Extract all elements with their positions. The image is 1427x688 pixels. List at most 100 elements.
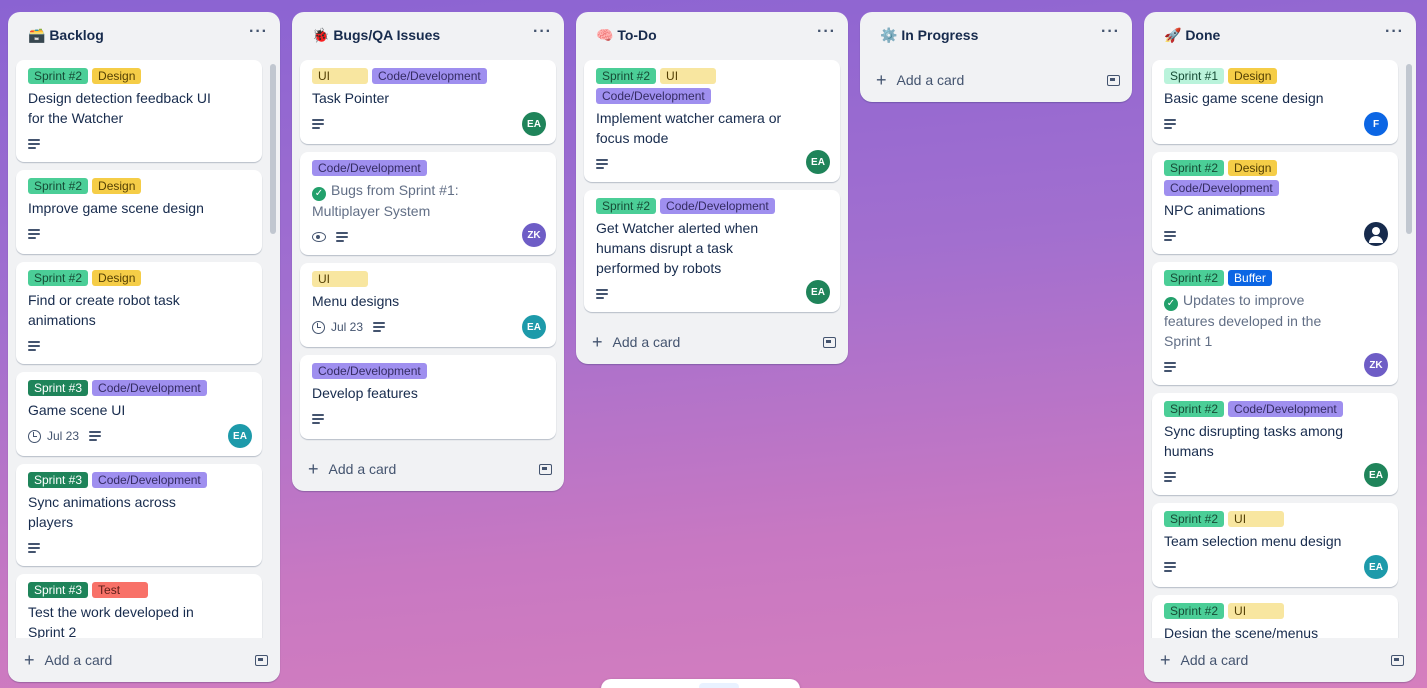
member-avatar[interactable]: EA [522, 112, 546, 136]
card-label[interactable]: Sprint #2 [596, 68, 657, 84]
member-avatar[interactable]: EA [1364, 555, 1388, 579]
card-title: Sync disrupting tasks among humans [1164, 421, 1386, 461]
card-label[interactable]: UI [312, 271, 368, 287]
list-menu-icon[interactable]: ··· [1101, 24, 1120, 46]
card-label[interactable]: Sprint #2 [1164, 401, 1225, 417]
create-from-template-icon[interactable] [539, 463, 552, 475]
card[interactable]: Sprint #2 UI Team selection menu design EA [1152, 503, 1398, 587]
card-label[interactable]: Code/Development [372, 68, 487, 84]
card-label[interactable]: Buffer [1228, 270, 1272, 286]
card-label[interactable]: Sprint #2 [1164, 511, 1225, 527]
card-label[interactable]: Code/Development [92, 380, 207, 396]
member-avatar[interactable]: F [1364, 112, 1388, 136]
list-title[interactable]: ⚙️ In Progress [880, 27, 978, 44]
add-card-label: Add a card [896, 72, 965, 88]
due-date-badge[interactable]: Jul 23 [28, 429, 79, 443]
card-label[interactable]: Sprint #3 [28, 472, 89, 488]
card[interactable]: Sprint #3 Test Test the work developed in … [16, 574, 262, 638]
card[interactable]: UI Code/Development Task Pointer EA [300, 60, 556, 144]
card-label[interactable]: UI [312, 68, 368, 84]
due-date-badge[interactable]: Jul 23 [312, 320, 363, 334]
member-avatar[interactable]: EA [228, 424, 252, 448]
check-complete-icon[interactable]: ✓ [1164, 297, 1178, 311]
card[interactable]: Sprint #2 Design Improve game scene design [16, 170, 262, 254]
card-label[interactable]: Design [1228, 160, 1278, 176]
member-avatar[interactable]: EA [1364, 463, 1388, 487]
card[interactable]: UI Menu designs Jul 23 EA [300, 263, 556, 347]
card-label[interactable]: Design [92, 270, 142, 286]
card-label[interactable]: Design [92, 178, 142, 194]
member-avatar[interactable]: EA [522, 315, 546, 339]
card[interactable]: Sprint #2 Code/Development Sync disrupting… [1152, 393, 1398, 495]
card[interactable]: Sprint #2UI Design the scene/menus before… [1152, 595, 1398, 638]
card-label[interactable]: Code/Development [1228, 401, 1343, 417]
card-title-text: Task Pointer [312, 90, 390, 106]
card[interactable]: Code/Development Develop features [300, 355, 556, 439]
card[interactable]: Sprint #2 Design Find or create robot task… [16, 262, 262, 364]
list-header: 🗃️ Backlog ··· [8, 12, 280, 58]
card-label[interactable]: Sprint #2 [28, 178, 89, 194]
list-scrollbar[interactable] [1406, 64, 1412, 234]
card-label[interactable]: UI [660, 68, 717, 84]
card-label[interactable]: Sprint #2 [596, 198, 657, 214]
card-label[interactable]: Code/Development [1164, 180, 1279, 196]
card[interactable]: Sprint #2 Buffer ✓ Updates to improve featu… [1152, 262, 1398, 385]
card-label[interactable]: Sprint #3 [28, 582, 89, 598]
list-title[interactable]: 🗃️ Backlog [28, 27, 104, 44]
list-title[interactable]: 🧠 To-Do [596, 27, 657, 44]
card-label[interactable]: Sprint #2 [1164, 270, 1225, 286]
card-label[interactable]: Code/Development [312, 363, 427, 379]
list-menu-icon[interactable]: ··· [817, 24, 836, 46]
card[interactable]: Sprint #1 Design Basic game scene design F [1152, 60, 1398, 144]
card-label[interactable]: Code/Development [660, 198, 775, 214]
plus-icon: + [24, 650, 35, 670]
list-menu-icon[interactable]: ··· [533, 24, 552, 46]
create-from-template-icon[interactable] [1391, 654, 1404, 666]
create-from-template-icon[interactable] [823, 336, 836, 348]
card-label[interactable]: Code/Development [596, 88, 711, 104]
add-card-button[interactable]: + Add a card [1160, 651, 1248, 669]
card-label[interactable]: Sprint #2 [28, 68, 89, 84]
card-label[interactable]: Test [92, 582, 149, 598]
member-avatar[interactable]: ZK [522, 223, 546, 247]
card-label[interactable]: Sprint #2 [1164, 603, 1225, 619]
list-menu-icon[interactable]: ··· [249, 24, 268, 46]
list-scrollbar[interactable] [270, 64, 276, 234]
card[interactable]: Code/Development ✓ Bugs from Sprint #1: Mu… [300, 152, 556, 255]
card[interactable]: Sprint #2 Design Code/Development NPC anima… [1152, 152, 1398, 254]
card-label[interactable]: Design [92, 68, 142, 84]
card-label[interactable]: Sprint #2 [28, 270, 89, 286]
list-title[interactable]: 🐞 Bugs/QA Issues [312, 27, 440, 44]
list-menu-icon[interactable]: ··· [1385, 24, 1404, 46]
card-label[interactable]: Code/Development [312, 160, 427, 176]
list-title[interactable]: 🚀 Done [1164, 27, 1220, 44]
card[interactable]: Sprint #3 Code/Development Sync animations… [16, 464, 262, 566]
card-label[interactable]: UI [1228, 511, 1285, 527]
card-label[interactable]: Code/Development [92, 472, 207, 488]
card[interactable]: Sprint #3 Code/Development Game scene UI Ju… [16, 372, 262, 456]
card-label[interactable]: Sprint #1 [1164, 68, 1225, 84]
card[interactable]: Sprint #2 Code/Development Get Watcher ale… [584, 190, 840, 312]
member-avatar[interactable]: EA [806, 280, 830, 304]
clock-icon [28, 429, 41, 443]
add-card-button[interactable]: + Add a card [592, 333, 680, 351]
check-complete-icon[interactable]: ✓ [312, 187, 326, 201]
member-avatar[interactable]: ZK [1364, 353, 1388, 377]
card-title-text: Develop features [312, 385, 418, 401]
member-avatar[interactable]: EA [806, 150, 830, 174]
card-label[interactable]: UI [1228, 603, 1285, 619]
add-card-button[interactable]: + Add a card [308, 460, 396, 478]
card-badges [1164, 467, 1386, 487]
card[interactable]: Sprint #2 Design Design detection feedback… [16, 60, 262, 162]
list-2: 🧠 To-Do ··· Sprint #2 UI Code/Development Imp… [576, 12, 848, 364]
board-switcher-bar[interactable] [601, 679, 800, 688]
create-from-template-icon[interactable] [255, 654, 268, 666]
add-card-button[interactable]: + Add a card [876, 71, 964, 89]
create-from-template-icon[interactable] [1107, 74, 1120, 86]
card-label[interactable]: Sprint #3 [28, 380, 89, 396]
card[interactable]: Sprint #2 UI Code/Development Implement wat… [584, 60, 840, 182]
card-label[interactable]: Sprint #2 [1164, 160, 1225, 176]
add-card-button[interactable]: + Add a card [24, 651, 112, 669]
card-label[interactable]: Design [1228, 68, 1278, 84]
member-avatar[interactable] [1364, 222, 1388, 246]
